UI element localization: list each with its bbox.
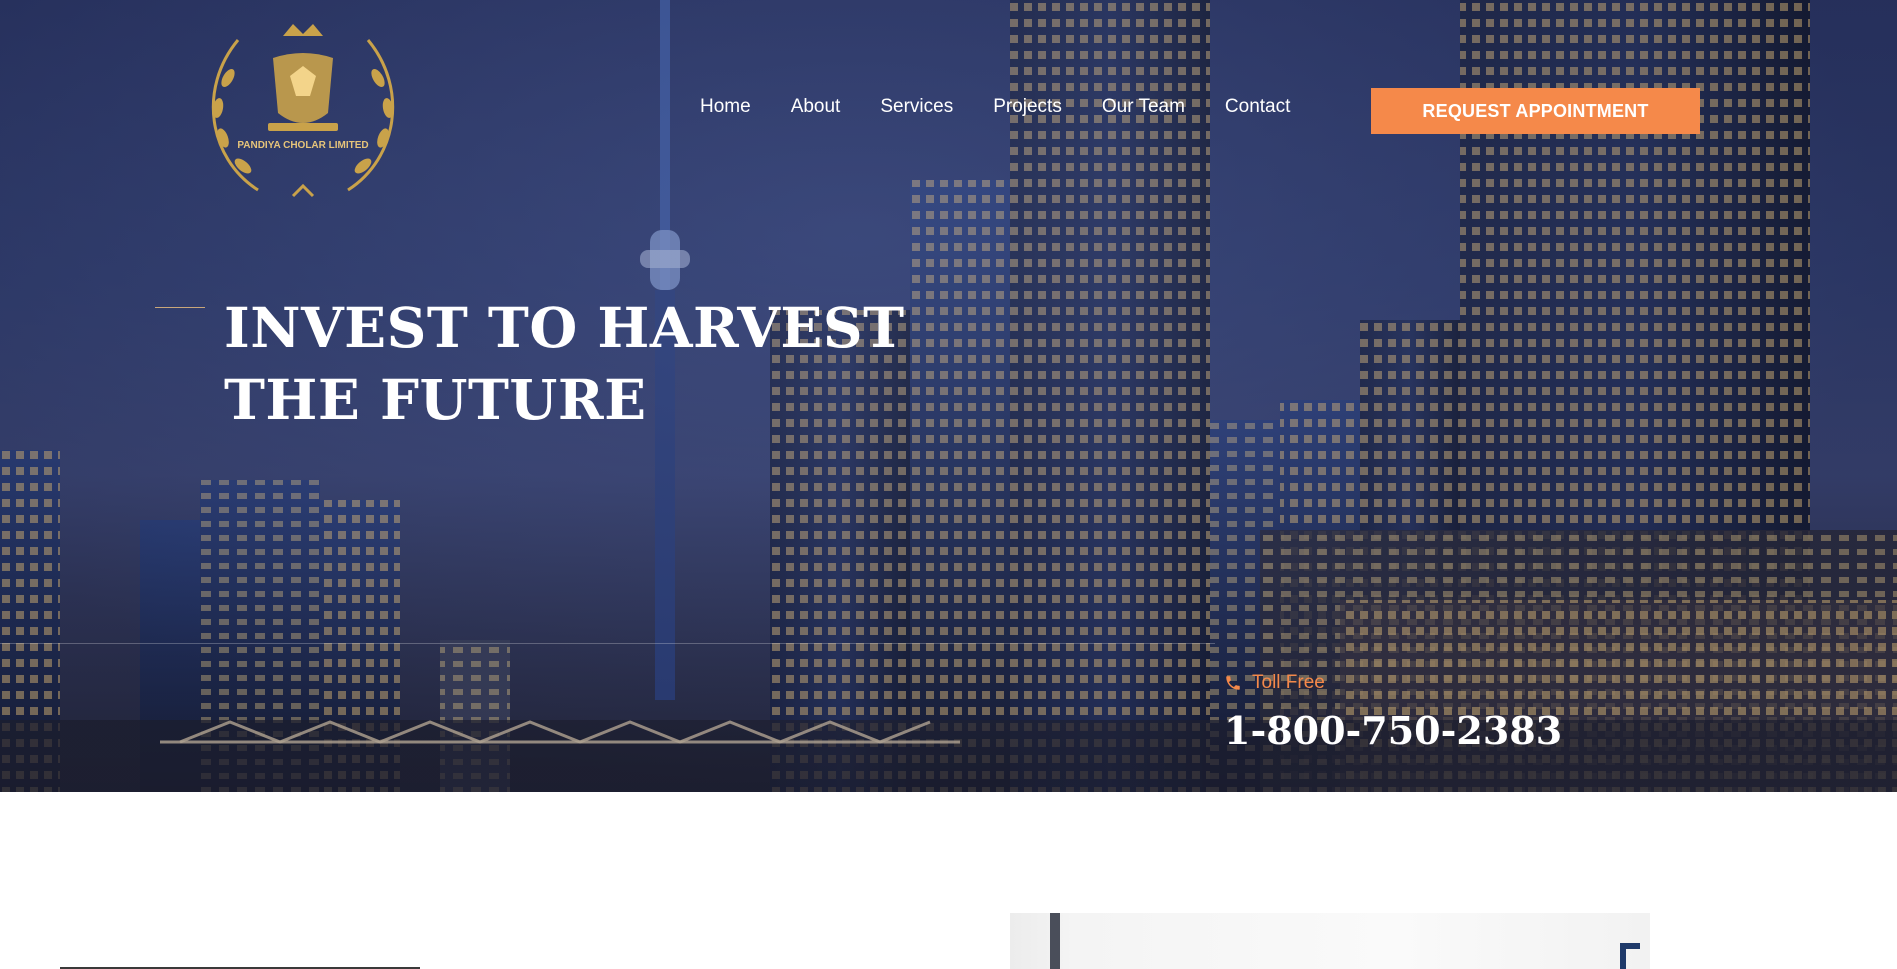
hero-headline: INVEST TO HARVEST THE FUTURE (224, 292, 924, 436)
toll-free-phone-number[interactable]: 1-800-750-2383 (1224, 708, 1562, 753)
hero-divider (0, 643, 1215, 644)
headline-accent-line (155, 307, 205, 308)
nav-link-home[interactable]: Home (700, 96, 751, 118)
image-frame-right (1620, 943, 1640, 969)
toll-free-label: Toll Free (1224, 672, 1325, 694)
headline-line-1: INVEST TO HARVEST (224, 295, 905, 360)
logo-text: PANDIYA CHOLAR LIMITED (237, 140, 368, 151)
image-frame-left (1050, 913, 1060, 969)
nav-link-projects[interactable]: Projects (993, 96, 1062, 118)
company-logo[interactable]: PANDIYA CHOLAR LIMITED (198, 18, 408, 204)
nav-link-about[interactable]: About (791, 96, 841, 118)
phone-icon (1226, 676, 1240, 690)
main-navigation: Home About Services Projects Our Team Co… (700, 96, 1330, 118)
headline-line-2: THE FUTURE (224, 367, 647, 432)
nav-link-our-team[interactable]: Our Team (1102, 96, 1185, 118)
nav-link-services[interactable]: Services (880, 96, 953, 118)
about-section-image (1010, 913, 1650, 969)
request-appointment-button[interactable]: REQUEST APPOINTMENT (1371, 88, 1700, 134)
nav-link-contact[interactable]: Contact (1225, 96, 1290, 118)
toll-free-text: Toll Free (1252, 672, 1325, 693)
